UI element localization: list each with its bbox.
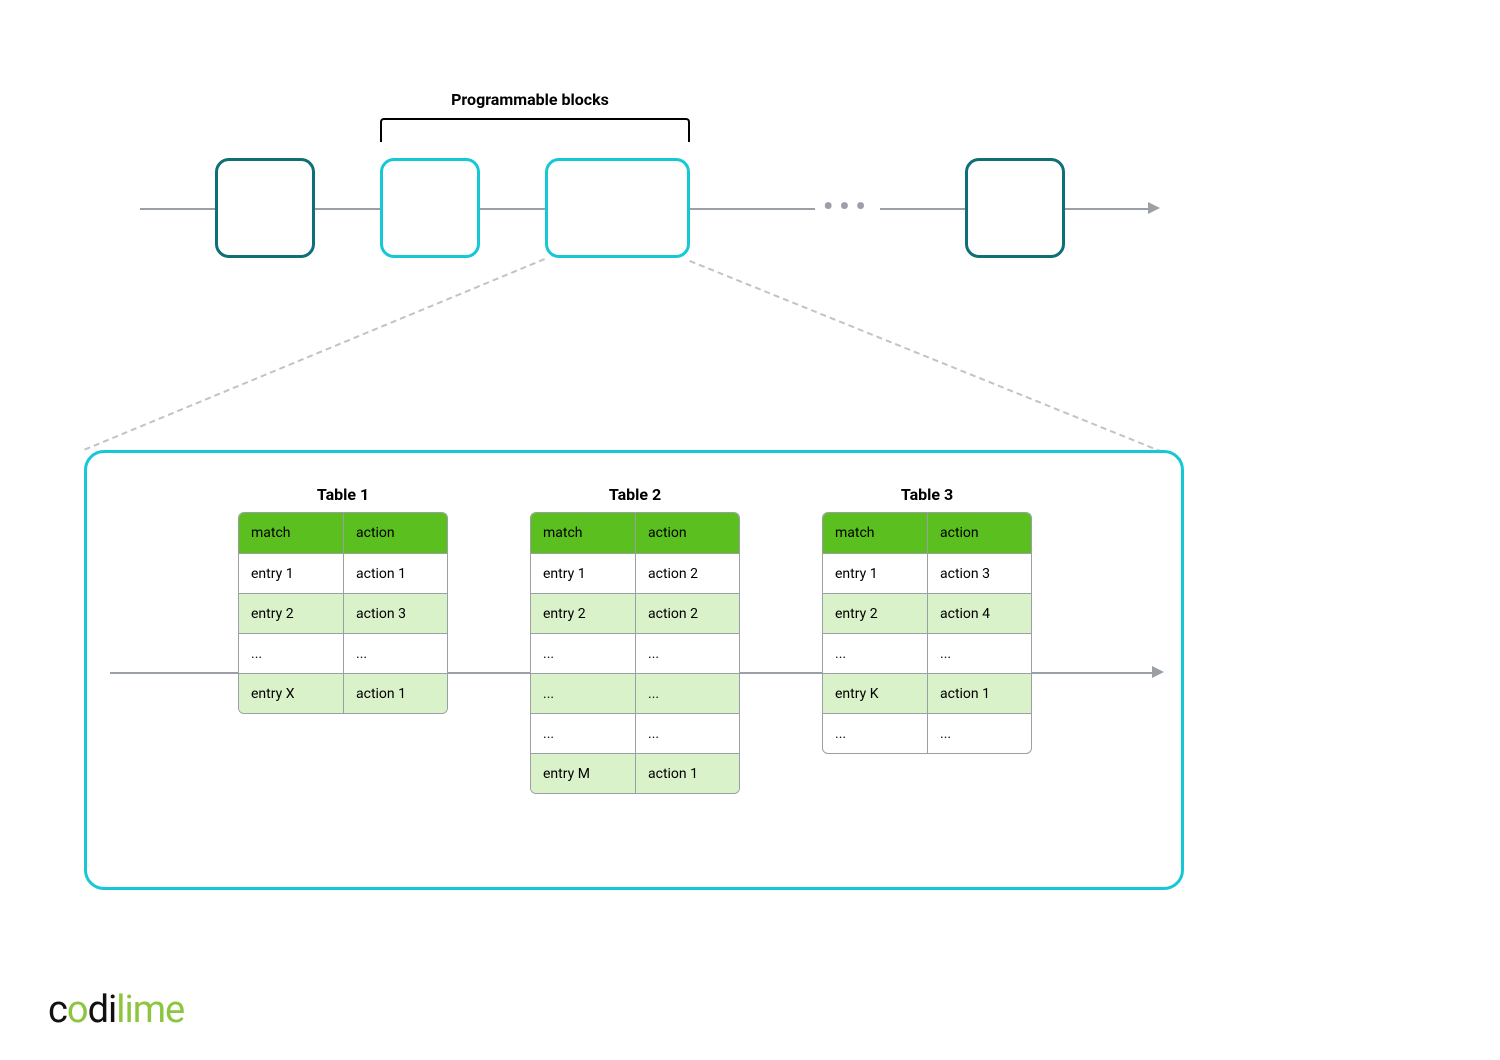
cell-match: ... xyxy=(239,634,343,673)
table-row: ...... xyxy=(531,713,739,753)
cell-action: action 1 xyxy=(927,674,1031,713)
cell-match: entry 1 xyxy=(823,554,927,593)
pipeline-block-last xyxy=(965,158,1065,258)
table-row: entry 2action 2 xyxy=(531,593,739,633)
table-title-1: Table 1 xyxy=(238,485,448,504)
cell-action: ... xyxy=(343,634,447,673)
cell-action: action 2 xyxy=(635,594,739,633)
match-action-table-1: matchactionentry 1action 1entry 2action … xyxy=(238,512,448,714)
match-action-table-2: matchactionentry 1action 2entry 2action … xyxy=(530,512,740,794)
bracket xyxy=(380,118,690,142)
cell-match: entry K xyxy=(823,674,927,713)
table-row: entry 1action 2 xyxy=(531,553,739,593)
table-header-row: matchaction xyxy=(239,513,447,553)
cell-match: ... xyxy=(823,714,927,753)
table-row: entry 2action 4 xyxy=(823,593,1031,633)
cell-action: ... xyxy=(635,674,739,713)
pipeline-block-prog-2 xyxy=(545,158,690,258)
table-row: ...... xyxy=(531,673,739,713)
logo-part-2: di xyxy=(88,988,117,1032)
cell-action: ... xyxy=(635,634,739,673)
cell-action: action 3 xyxy=(927,554,1031,593)
cell-action: action 4 xyxy=(927,594,1031,633)
table-row: entry Kaction 1 xyxy=(823,673,1031,713)
expand-line-right xyxy=(689,260,1181,460)
ellipsis-icon: ••• xyxy=(815,190,880,223)
table-title-3: Table 3 xyxy=(822,485,1032,504)
cell-match: ... xyxy=(531,714,635,753)
pipeline-block-first xyxy=(215,158,315,258)
cell-match: entry X xyxy=(239,674,343,713)
expand-line-left xyxy=(84,258,545,450)
header-cell-action: action xyxy=(927,513,1031,553)
cell-match: entry M xyxy=(531,754,635,793)
diagram-canvas: Programmable blocks ••• Table 1 matchact… xyxy=(0,0,1500,1060)
table-title-2: Table 2 xyxy=(530,485,740,504)
header-cell-match: match xyxy=(239,513,343,553)
table-row: entry 2action 3 xyxy=(239,593,447,633)
codilime-logo: codilime xyxy=(48,988,184,1032)
cell-match: entry 2 xyxy=(823,594,927,633)
header-cell-action: action xyxy=(635,513,739,553)
pipeline-block-prog-1 xyxy=(380,158,480,258)
table-row: ...... xyxy=(823,633,1031,673)
logo-dot: o xyxy=(67,988,88,1032)
match-action-table-3: matchactionentry 1action 3entry 2action … xyxy=(822,512,1032,754)
cell-match: ... xyxy=(531,674,635,713)
pipeline-arrowhead-icon xyxy=(1148,202,1160,214)
cell-match: entry 1 xyxy=(239,554,343,593)
logo-part-1: c xyxy=(48,988,67,1032)
cell-match: entry 2 xyxy=(239,594,343,633)
table-row: entry Xaction 1 xyxy=(239,673,447,713)
table-row: entry 1action 3 xyxy=(823,553,1031,593)
cell-action: ... xyxy=(927,714,1031,753)
detail-arrowhead-icon xyxy=(1152,666,1164,678)
bracket-label: Programmable blocks xyxy=(380,90,680,109)
cell-action: ... xyxy=(635,714,739,753)
table-row: ...... xyxy=(823,713,1031,753)
cell-action: action 1 xyxy=(343,554,447,593)
table-header-row: matchaction xyxy=(531,513,739,553)
table-row: entry Maction 1 xyxy=(531,753,739,793)
cell-match: ... xyxy=(823,634,927,673)
table-row: ...... xyxy=(239,633,447,673)
cell-action: action 1 xyxy=(343,674,447,713)
cell-action: action 1 xyxy=(635,754,739,793)
cell-action: ... xyxy=(927,634,1031,673)
cell-match: ... xyxy=(531,634,635,673)
cell-match: entry 2 xyxy=(531,594,635,633)
header-cell-match: match xyxy=(531,513,635,553)
header-cell-action: action xyxy=(343,513,447,553)
header-cell-match: match xyxy=(823,513,927,553)
logo-part-3: lime xyxy=(116,988,184,1032)
cell-action: action 2 xyxy=(635,554,739,593)
table-row: entry 1action 1 xyxy=(239,553,447,593)
cell-action: action 3 xyxy=(343,594,447,633)
cell-match: entry 1 xyxy=(531,554,635,593)
table-header-row: matchaction xyxy=(823,513,1031,553)
table-row: ...... xyxy=(531,633,739,673)
